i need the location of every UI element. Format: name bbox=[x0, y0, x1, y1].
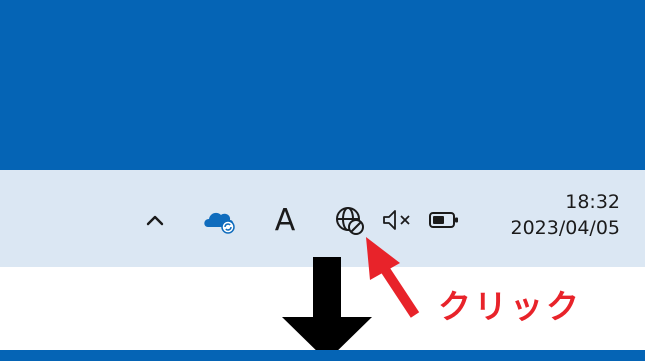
down-arrow bbox=[282, 257, 372, 361]
page-margin bbox=[645, 0, 654, 361]
red-pointer-arrow bbox=[366, 237, 420, 318]
desktop-background-bottom bbox=[0, 350, 645, 361]
click-annotation-label: クリック bbox=[438, 287, 582, 326]
